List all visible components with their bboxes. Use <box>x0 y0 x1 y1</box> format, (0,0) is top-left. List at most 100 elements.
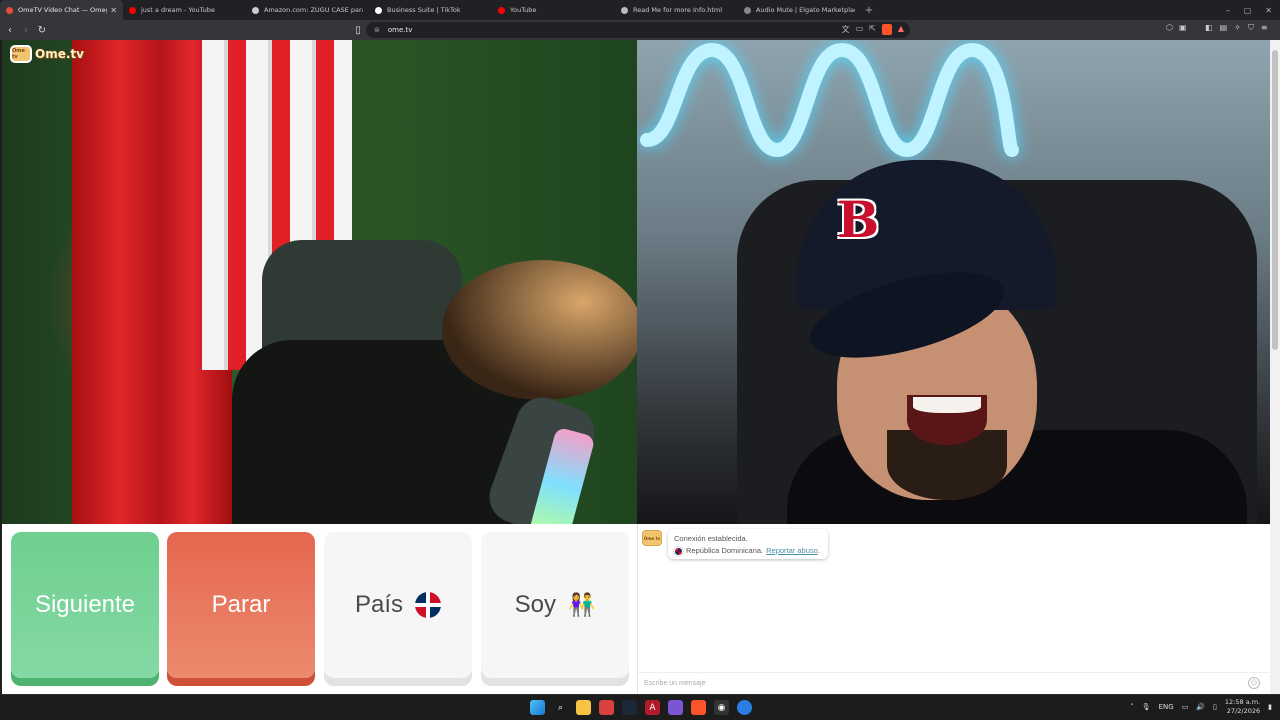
tab-favicon-icon <box>6 6 13 14</box>
address-bar[interactable]: ⊜ ome.tv 文 ▭ ⇱ ▲ <box>366 22 910 38</box>
system-avatar-icon: Ome tv <box>642 530 662 546</box>
teeth <box>913 397 981 413</box>
adobe-icon[interactable]: A <box>645 700 660 715</box>
cap-logo: B <box>837 190 880 249</box>
tab-label: Business Suite | TikTok <box>387 6 461 14</box>
browser-tab[interactable]: Read Me for more Info.html <box>615 0 738 20</box>
share-icon[interactable]: ⇱ <box>869 24 876 35</box>
next-button[interactable]: Siguiente <box>11 532 159 678</box>
clock[interactable]: 12:58 a.m. 27/2/2026 <box>1225 698 1260 716</box>
browser-tab-strip: OmeTV Video Chat — Omegle ✕ just a dream -… <box>0 0 1280 20</box>
person-hair <box>442 260 637 400</box>
chat-panel: Ome tv Conexión establecida. República D… <box>637 524 1270 694</box>
browser-tab[interactable]: Audio Mute | Elgato Marketplace <box>738 0 861 20</box>
local-video <box>2 40 637 524</box>
language-indicator[interactable]: ENG <box>1159 703 1174 711</box>
browser-tab[interactable]: just a dream - YouTube <box>123 0 246 20</box>
downloads-icon[interactable]: ▣ <box>1179 23 1187 32</box>
mic-icon[interactable]: 🎙 <box>1142 703 1151 711</box>
tab-favicon-icon <box>375 6 382 14</box>
windows-taskbar: ⌕ A ◉ ˄ 🎙 ENG ▭ 🔊 ▯ 12:58 a.m. 27/2/2026… <box>0 694 1280 720</box>
logo-tv-icon: Ome tv <box>10 45 32 63</box>
file-explorer-icon[interactable] <box>576 700 591 715</box>
tab-favicon-icon <box>744 6 751 14</box>
browser-tab[interactable]: YouTube <box>492 0 615 20</box>
country-select-button[interactable]: País <box>324 532 472 678</box>
page-scrollbar[interactable] <box>1270 40 1280 694</box>
dominican-flag-icon <box>415 592 442 618</box>
wallet-icon[interactable]: ▤ <box>1220 23 1228 33</box>
chevron-up-icon[interactable]: ˄ <box>1130 703 1134 711</box>
gender-label: Soy <box>514 591 556 618</box>
scrollbar-thumb[interactable] <box>1272 50 1278 350</box>
steam-icon[interactable] <box>622 700 637 715</box>
extension-icon[interactable]: ⬡ <box>1166 23 1173 32</box>
brave-browser-icon[interactable] <box>691 700 706 715</box>
control-panel: Siguiente Parar País Soy 👫 <box>2 524 637 694</box>
cast-icon[interactable]: ▭ <box>856 24 864 35</box>
minimize-icon[interactable]: – <box>1226 6 1230 15</box>
bookmark-icon[interactable]: ▯ <box>350 25 366 36</box>
browser-tab[interactable]: Business Suite | TikTok <box>369 0 492 20</box>
tab-label: just a dream - YouTube <box>141 6 215 14</box>
clock-time: 12:58 a.m. <box>1224 698 1261 706</box>
new-tab-button[interactable]: + <box>861 5 877 16</box>
stop-label: Parar <box>211 591 271 618</box>
couple-icon: 👫 <box>567 592 596 617</box>
leo-icon[interactable]: ✧ <box>1234 23 1241 33</box>
back-icon[interactable]: ‹ <box>2 25 18 36</box>
translate-icon[interactable]: 文 <box>842 24 850 35</box>
battery-icon[interactable]: ▯ <box>1213 703 1217 711</box>
obs-icon[interactable]: ◉ <box>714 700 729 715</box>
messenger-icon[interactable] <box>668 700 683 715</box>
tab-label: Read Me for more Info.html <box>633 6 723 14</box>
browser-toolbar: ‹ › ↻ ▯ ⊜ ome.tv 文 ▭ ⇱ ▲ ⬡ ▣ ◧ ▤ ✧ ⛉ ≡ <box>0 20 1280 40</box>
volume-icon[interactable]: 🔊 <box>1196 703 1205 711</box>
tab-favicon-icon <box>498 6 505 14</box>
stranger-video: B <box>637 40 1270 524</box>
menu-icon[interactable]: ≡ <box>1261 23 1268 33</box>
search-icon[interactable]: ⌕ <box>553 700 568 715</box>
vpn-icon[interactable]: ⛉ <box>1248 23 1254 33</box>
browser-tab[interactable]: OmeTV Video Chat — Omegle ✕ <box>0 0 123 20</box>
network-icon[interactable]: ▭ <box>1182 703 1189 711</box>
tab-favicon-icon <box>129 6 136 14</box>
start-icon[interactable] <box>530 700 545 715</box>
tab-label: Audio Mute | Elgato Marketplace <box>756 6 855 14</box>
message-input[interactable]: Escribe un mensaje <box>638 672 1270 694</box>
clock-date: 27/2/2026 <box>1226 707 1261 715</box>
site-logo[interactable]: Ome tv Ome.tv <box>10 45 84 63</box>
report-abuse-link[interactable]: Reportar abuso <box>766 545 818 557</box>
tab-label: Amazon.com: ZUGU CASE para iPad <box>264 6 363 14</box>
stop-button[interactable]: Parar <box>167 532 315 678</box>
tab-label: OmeTV Video Chat — Omegle <box>18 6 108 14</box>
close-tab-icon[interactable]: ✕ <box>110 6 117 15</box>
site-info-icon[interactable]: ⊜ <box>374 26 380 34</box>
toolbar-right-icons: ◧ ▤ ✧ ⛉ ≡ <box>1205 23 1268 33</box>
reload-icon[interactable]: ↻ <box>34 25 50 36</box>
browser-tab[interactable]: Amazon.com: ZUGU CASE para iPad <box>246 0 369 20</box>
close-window-icon[interactable]: ✕ <box>1265 6 1272 15</box>
system-message: Conexión establecida. República Dominica… <box>668 529 828 559</box>
country-label: País <box>354 591 404 618</box>
tab-favicon-icon <box>252 6 259 14</box>
system-tray: ˄ 🎙 ENG ▭ 🔊 ▯ 12:58 a.m. 27/2/2026 ▮ <box>1130 698 1272 716</box>
logo-text: Ome.tv <box>35 47 84 61</box>
sidebar-icon[interactable]: ◧ <box>1205 23 1213 33</box>
brave-shields-icon[interactable] <box>881 24 892 35</box>
emoji-icon[interactable]: ☺ <box>1248 677 1260 689</box>
url-text: ome.tv <box>387 26 413 34</box>
notification-icon[interactable]: ▮ <box>1268 703 1272 711</box>
next-label: Siguiente <box>34 591 136 618</box>
taskbar-apps: ⌕ A ◉ <box>530 700 752 715</box>
tab-label: YouTube <box>510 6 537 14</box>
app-blue-icon[interactable] <box>737 700 752 715</box>
brave-rewards-icon[interactable]: ▲ <box>898 24 904 35</box>
forward-icon[interactable]: › <box>18 25 34 36</box>
country-flag-icon <box>674 546 683 556</box>
gender-select-button[interactable]: Soy 👫 <box>481 532 629 678</box>
window-controls: – ▢ ✕ <box>1226 0 1272 20</box>
tab-list: OmeTV Video Chat — Omegle ✕ just a dream -… <box>0 0 861 20</box>
app-icon[interactable] <box>599 700 614 715</box>
maximize-icon[interactable]: ▢ <box>1244 6 1252 15</box>
